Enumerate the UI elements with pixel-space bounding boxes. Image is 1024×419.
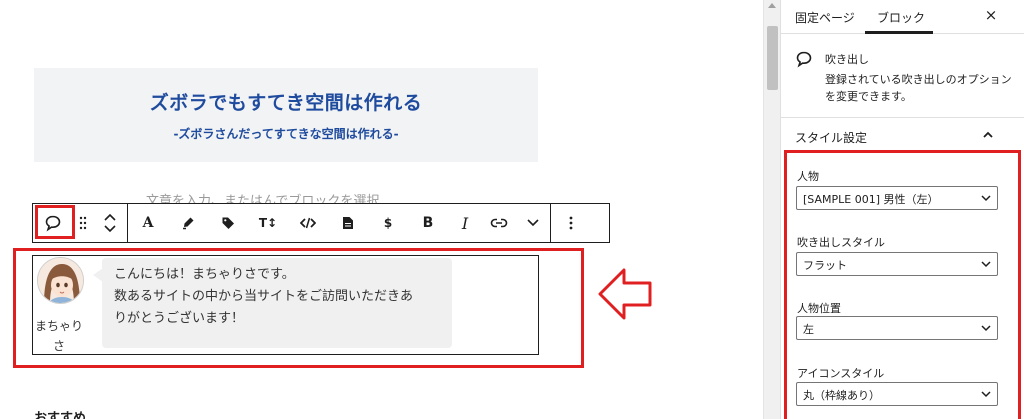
dollar-button[interactable]: $ [368, 204, 408, 242]
scroll-up-icon[interactable] [768, 3, 776, 8]
font-size-label: T↕ [258, 216, 278, 230]
chevron-down-icon [981, 325, 991, 332]
bubble-line-3: りがとうございます！ [114, 311, 245, 326]
toolbar-group-format: A T↕ $ B I [128, 204, 551, 242]
balloon-block[interactable]: まちゃりさ こんにちは！まちゃりさです。 数あるサイトの中から当サイトをご訪問い… [32, 255, 539, 355]
block-card-title: 吹き出し [825, 53, 869, 66]
block-card: 吹き出し 登録されている吹き出しのオプションを変更できます。 [781, 34, 1024, 118]
more-options-icon [569, 216, 573, 230]
heading-subtitle: -ズボラさんだってすてきな空間は作れる- [173, 127, 399, 141]
speech-bubble[interactable]: こんにちは！まちゃりさです。 数あるサイトの中から当サイトをご訪問いただきあ り… [102, 258, 452, 348]
balloon-style-value: フラット [803, 259, 847, 272]
chevron-down-icon [981, 261, 991, 268]
person-position-value: 左 [803, 323, 814, 336]
toolbar-group-options [551, 204, 591, 242]
sidebar-tabs: 固定ページ ブロック × [781, 0, 1024, 34]
bubble-line-2: 数あるサイトの中から当サイトをご訪問いただきあ [114, 289, 414, 304]
move-up-icon[interactable] [104, 213, 116, 221]
heading-title: ズボラでもすてき空間は作れる [149, 92, 423, 114]
bubble-text[interactable]: こんにちは！まちゃりさです。 数あるサイトの中から当サイトをご訪問いただきあ り… [114, 264, 444, 330]
italic-label: I [461, 213, 469, 233]
font-size-button[interactable]: T↕ [248, 204, 288, 242]
tab-block[interactable]: ブロック [877, 9, 925, 26]
next-block-partial: おすすめ [34, 411, 87, 419]
move-buttons[interactable] [93, 204, 127, 242]
tab-page[interactable]: 固定ページ [795, 9, 855, 26]
drag-handle-icon [79, 216, 87, 230]
block-card-description: 登録されている吹き出しのオプションを変更できます。 [825, 73, 1012, 103]
balloon-block-button[interactable] [33, 204, 73, 242]
document-icon [343, 217, 353, 229]
balloon-icon [796, 51, 812, 68]
bold-button[interactable]: B [408, 204, 448, 242]
balloon-icon [45, 215, 61, 232]
balloon-style-select[interactable]: フラット [796, 252, 998, 276]
options-button[interactable] [551, 204, 591, 242]
move-down-icon[interactable] [104, 225, 116, 233]
chevron-down-icon [981, 195, 991, 202]
font-color-label: A [142, 215, 154, 231]
document-button[interactable] [328, 204, 368, 242]
editor-scrollbar[interactable] [763, 0, 780, 419]
bold-label: B [422, 215, 434, 231]
link-button[interactable] [482, 204, 516, 242]
code-button[interactable] [288, 204, 328, 242]
avatar-name: まちゃりさ [34, 319, 83, 353]
chevron-up-icon[interactable] [981, 128, 995, 142]
person-label: 人物 [797, 170, 819, 183]
highlighter-button[interactable] [168, 204, 208, 242]
avatar [37, 257, 84, 304]
person-position-select[interactable]: 左 [796, 316, 998, 340]
more-formats-button[interactable] [516, 204, 550, 242]
avatar-illustration [38, 258, 83, 303]
heading-block[interactable]: ズボラでもすてき空間は作れる -ズボラさんだってすてきな空間は作れる- [34, 68, 538, 162]
icon-style-select[interactable]: 丸（枠線あり） [796, 382, 998, 406]
toolbar-group-block [33, 204, 128, 242]
block-toolbar: A T↕ $ B I [32, 203, 610, 243]
settings-sidebar: 固定ページ ブロック × 吹き出し 登録されている吹き出しのオプションを変更でき… [780, 0, 1024, 419]
chevron-down-icon [981, 391, 991, 398]
person-select[interactable]: [SAMPLE 001] 男性（左） [796, 186, 998, 210]
scroll-thumb[interactable] [767, 26, 778, 90]
icon-style-label: アイコンスタイル [797, 367, 885, 380]
style-panel-title[interactable]: スタイル設定 [795, 129, 867, 146]
close-icon[interactable]: × [981, 5, 1001, 25]
highlighter-icon [183, 217, 194, 230]
font-color-button[interactable]: A [128, 204, 168, 242]
chevron-down-icon [527, 219, 539, 227]
person-position-label: 人物位置 [797, 302, 841, 315]
italic-button[interactable]: I [448, 204, 482, 242]
bubble-line-1: こんにちは！まちゃりさです。 [114, 267, 295, 282]
drag-handle[interactable] [73, 204, 93, 242]
code-icon [300, 217, 316, 229]
tag-button[interactable] [208, 204, 248, 242]
dollar-label: $ [383, 216, 393, 230]
icon-style-value: 丸（枠線あり） [803, 389, 880, 402]
person-select-value: [SAMPLE 001] 男性（左） [803, 193, 939, 206]
balloon-style-label: 吹き出しスタイル [797, 236, 885, 249]
tag-icon [222, 217, 234, 229]
link-icon [490, 218, 508, 228]
pointer-arrow-icon [597, 266, 653, 322]
